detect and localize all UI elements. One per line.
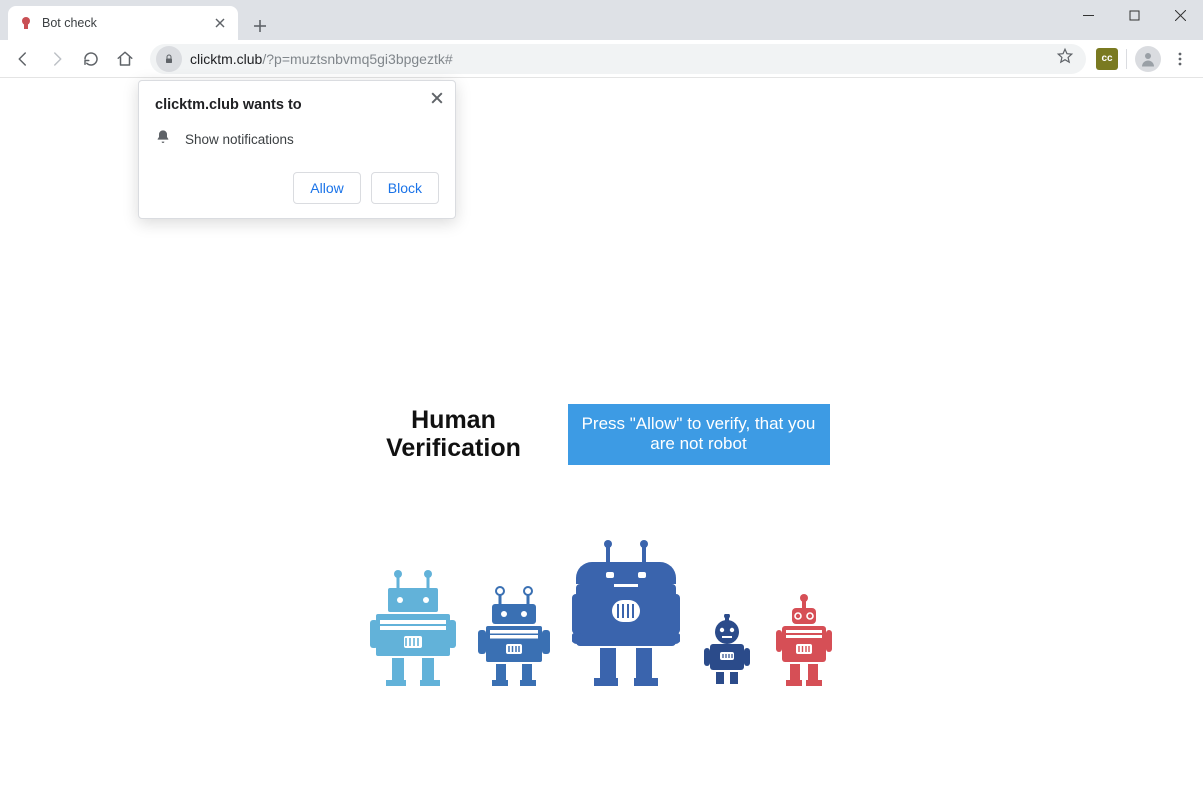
extension-icon[interactable]: cc (1096, 48, 1118, 70)
robot-icon-3 (572, 538, 680, 686)
bookmark-star-icon[interactable] (1056, 47, 1074, 70)
new-tab-button[interactable] (246, 12, 274, 40)
robot-icon-2 (478, 586, 550, 686)
browser-toolbar: clicktm.club/?p=muztsnbvmq5gi3bpgeztk# c… (0, 40, 1203, 78)
verification-banner: Press "Allow" to verify, that you are no… (568, 404, 830, 465)
robot-icon-1 (370, 568, 456, 686)
window-minimize[interactable] (1065, 0, 1111, 30)
menu-button[interactable] (1165, 44, 1195, 74)
reload-button[interactable] (76, 44, 106, 74)
prompt-permission-text: Show notifications (185, 132, 294, 147)
bell-icon (155, 129, 171, 150)
tab-close-icon[interactable] (212, 15, 228, 31)
heading-line-2: Verification (386, 434, 521, 462)
toolbar-separator (1126, 49, 1127, 69)
prompt-site-line: clicktm.club wants to (155, 97, 439, 113)
url-text: clicktm.club/?p=muztsnbvmq5gi3bpgeztk# (190, 51, 453, 67)
heading-line-1: Human (411, 406, 496, 434)
window-close[interactable] (1157, 0, 1203, 30)
address-bar[interactable]: clicktm.club/?p=muztsnbvmq5gi3bpgeztk# (150, 44, 1086, 74)
prompt-close-icon[interactable] (431, 91, 443, 109)
robots-illustration (0, 538, 1203, 686)
tab-title: Bot check (42, 16, 204, 30)
forward-button[interactable] (42, 44, 72, 74)
url-host: clicktm.club (190, 51, 262, 67)
url-path: /?p=muztsnbvmq5gi3bpgeztk# (262, 51, 452, 67)
home-button[interactable] (110, 44, 140, 74)
browser-tab[interactable]: Bot check (8, 6, 238, 40)
site-info-button[interactable] (156, 46, 182, 72)
verification-heading: Human Verification (374, 406, 534, 464)
robot-icon-5 (774, 594, 834, 686)
back-button[interactable] (8, 44, 38, 74)
tab-strip: Bot check (0, 0, 1203, 40)
profile-button[interactable] (1135, 46, 1161, 72)
tab-favicon (18, 15, 34, 31)
block-button[interactable]: Block (371, 172, 439, 204)
notification-permission-prompt: clicktm.club wants to Show notifications… (138, 80, 456, 219)
robot-icon-4 (702, 614, 752, 686)
window-maximize[interactable] (1111, 0, 1157, 30)
allow-button[interactable]: Allow (293, 172, 360, 204)
